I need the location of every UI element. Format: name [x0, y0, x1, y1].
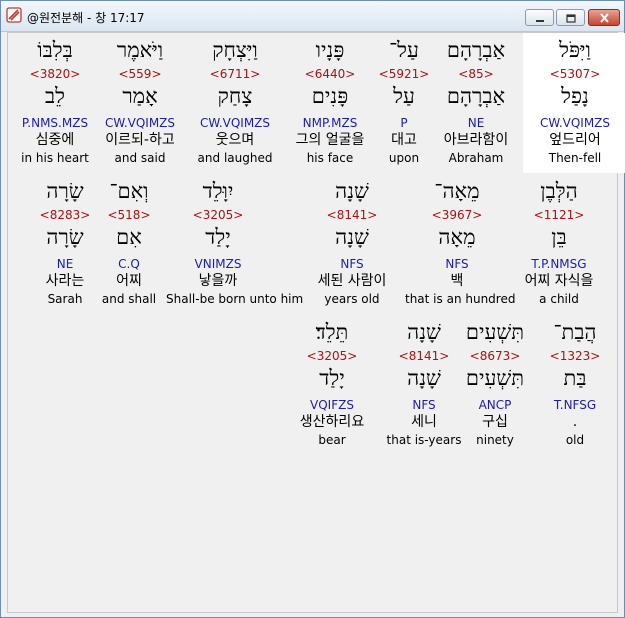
- grammar-code: CW.VQIMZS: [199, 116, 271, 130]
- korean-gloss: 세된 사람이: [317, 273, 387, 289]
- maximize-button[interactable]: [556, 9, 585, 26]
- english-gloss: Shall-be born unto him: [166, 292, 304, 306]
- korean-gloss: 웃으며: [215, 132, 255, 148]
- strong-number: <3820>: [29, 67, 81, 81]
- word-cell[interactable]: וַיִּצְחָק <6711> צָחַק CW.VQIMZS 웃으며 and lau…: [183, 33, 287, 173]
- hebrew-word: יִוָּלֵד: [202, 179, 234, 203]
- title-bar[interactable]: @원전분해 - 창 17:17: [1, 1, 624, 32]
- word-cell[interactable]: תֵּלֵד׃ <3205> יָלַד VQIFZS 생산하리요 bear: [280, 315, 384, 455]
- english-gloss: that is an hundred: [405, 292, 516, 306]
- hebrew-word: הַלְּבֶן: [540, 179, 578, 203]
- grammar-code: VNIMZS: [194, 257, 242, 271]
- grammar-code: VQIFZS: [310, 398, 354, 412]
- english-gloss: his face: [306, 151, 354, 165]
- app-window: @원전분해 - 창 17:17 וַיִּפֹּל <5307> נָפַל CW.V…: [0, 0, 625, 618]
- strong-number: <8141>: [326, 208, 378, 222]
- close-icon: [599, 8, 610, 27]
- hebrew-word: וַיִּפֹּל: [559, 38, 591, 62]
- english-gloss: a child: [539, 292, 579, 306]
- korean-gloss: 낳을까: [198, 273, 238, 289]
- grammar-code: NFS: [445, 257, 469, 271]
- hebrew-root: שָׂרָה: [46, 225, 84, 249]
- word-cell[interactable]: שָׂרָה <8283> שָׂרָה NE 사라는 Sarah: [13, 174, 117, 314]
- hebrew-root: נָפַל: [561, 84, 589, 108]
- strong-number: <6711>: [209, 67, 261, 81]
- korean-gloss: 생산하리요: [299, 414, 365, 430]
- word-cell[interactable]: מֵאָה־ <3967> מֵאָה NFS 백 that is an hundred: [405, 174, 516, 314]
- minimize-icon: [535, 8, 545, 27]
- strong-number: <5307>: [549, 67, 601, 81]
- grammar-code: P.NMS.MZS: [21, 116, 89, 130]
- strong-number: <1121>: [533, 208, 585, 222]
- hebrew-root: יָלַד: [319, 366, 345, 390]
- minimize-button[interactable]: [525, 9, 554, 26]
- hebrew-root: צָחַק: [217, 84, 253, 108]
- hebrew-root: יָלַד: [205, 225, 231, 249]
- english-gloss: Sarah: [47, 292, 83, 306]
- strong-number: <8283>: [39, 208, 91, 222]
- english-gloss: bear: [318, 433, 346, 447]
- hebrew-word: בְּלִבּוֹ: [37, 38, 73, 62]
- word-cell[interactable]: שָׁנָה <8141> שָׁנָה NFS 세된 사람이 years old: [300, 174, 404, 314]
- close-button[interactable]: [588, 9, 620, 26]
- hebrew-word: פָּנָיו: [315, 38, 345, 62]
- hebrew-root: שָׁנָה: [407, 366, 441, 390]
- hebrew-word: מֵאָה־: [434, 179, 480, 203]
- korean-gloss: 백: [450, 273, 464, 289]
- hebrew-root: פָּנִים: [311, 84, 349, 108]
- english-gloss: in his heart: [21, 151, 89, 165]
- grammar-code: NFS: [340, 257, 364, 271]
- english-gloss: and laughed: [197, 151, 273, 165]
- english-gloss: years old: [324, 292, 380, 306]
- english-gloss: Then-fell: [548, 151, 602, 165]
- hebrew-root: לֵב: [45, 84, 65, 108]
- hebrew-word: שָׂרָה: [46, 179, 84, 203]
- word-cell[interactable]: שָׁנָה <8141> שָׁנָה NFS 세니 that is-years: [372, 315, 476, 455]
- grammar-code: NE: [56, 257, 74, 271]
- word-cell[interactable]: בְּלִבּוֹ <3820> לֵב P.NMS.MZS 심중에 in his hea…: [3, 33, 107, 173]
- interlinear-panel[interactable]: וַיִּפֹּל <5307> נָפַל CW.VQIMZS 엎드리어 Then-fe…: [7, 32, 625, 613]
- window-title: @원전분해 - 창 17:17: [27, 11, 145, 25]
- korean-gloss: 그의 얼굴을: [295, 132, 365, 148]
- grammar-code: NMP.MZS: [302, 116, 358, 130]
- hebrew-word: וַיִּצְחָק: [212, 38, 258, 62]
- strong-number: <3967>: [431, 208, 483, 222]
- word-cell[interactable]: הַלְּבֶן <1121> בֵּן T.P.NMSG 어찌 자식을 a child: [507, 174, 611, 314]
- strong-number: <3205>: [306, 349, 358, 363]
- strong-number: <3205>: [192, 208, 244, 222]
- hebrew-root: בֵּן: [551, 225, 567, 249]
- hebrew-root: שָׁנָה: [335, 225, 369, 249]
- hebrew-word: תֵּלֵד׃: [315, 320, 349, 344]
- strong-number: <8141>: [398, 349, 450, 363]
- grammar-code: T.P.NMSG: [531, 257, 587, 271]
- maximize-icon: [565, 8, 576, 27]
- korean-gloss: 심중에: [35, 132, 75, 148]
- korean-gloss: 세니: [411, 414, 437, 430]
- hebrew-word: שָׁנָה: [407, 320, 441, 344]
- strong-number: <6440>: [304, 67, 356, 81]
- grammar-code: NFS: [412, 398, 436, 412]
- korean-gloss: 사라는: [45, 273, 85, 289]
- app-logo-icon[interactable]: [6, 7, 22, 23]
- word-cell[interactable]: פָּנָיו <6440> פָּנִים NMP.MZS 그의 얼굴을 his fac…: [278, 33, 382, 173]
- grammar-code: CW.VQIMZS: [539, 116, 611, 130]
- korean-gloss: 엎드리어: [549, 132, 601, 148]
- english-gloss: that is-years: [386, 433, 462, 447]
- hebrew-word: שָׁנָה: [335, 179, 369, 203]
- word-cell[interactable]: יִוָּלֵד <3205> יָלַד VNIMZS 낳을까 Shall-be bor…: [166, 174, 304, 314]
- word-cell[interactable]: וַיִּפֹּל <5307> נָפַל CW.VQIMZS 엎드리어 Then-fe…: [523, 33, 625, 173]
- korean-gloss: 어찌 자식을: [524, 273, 594, 289]
- hebrew-root: מֵאָה: [438, 225, 476, 249]
